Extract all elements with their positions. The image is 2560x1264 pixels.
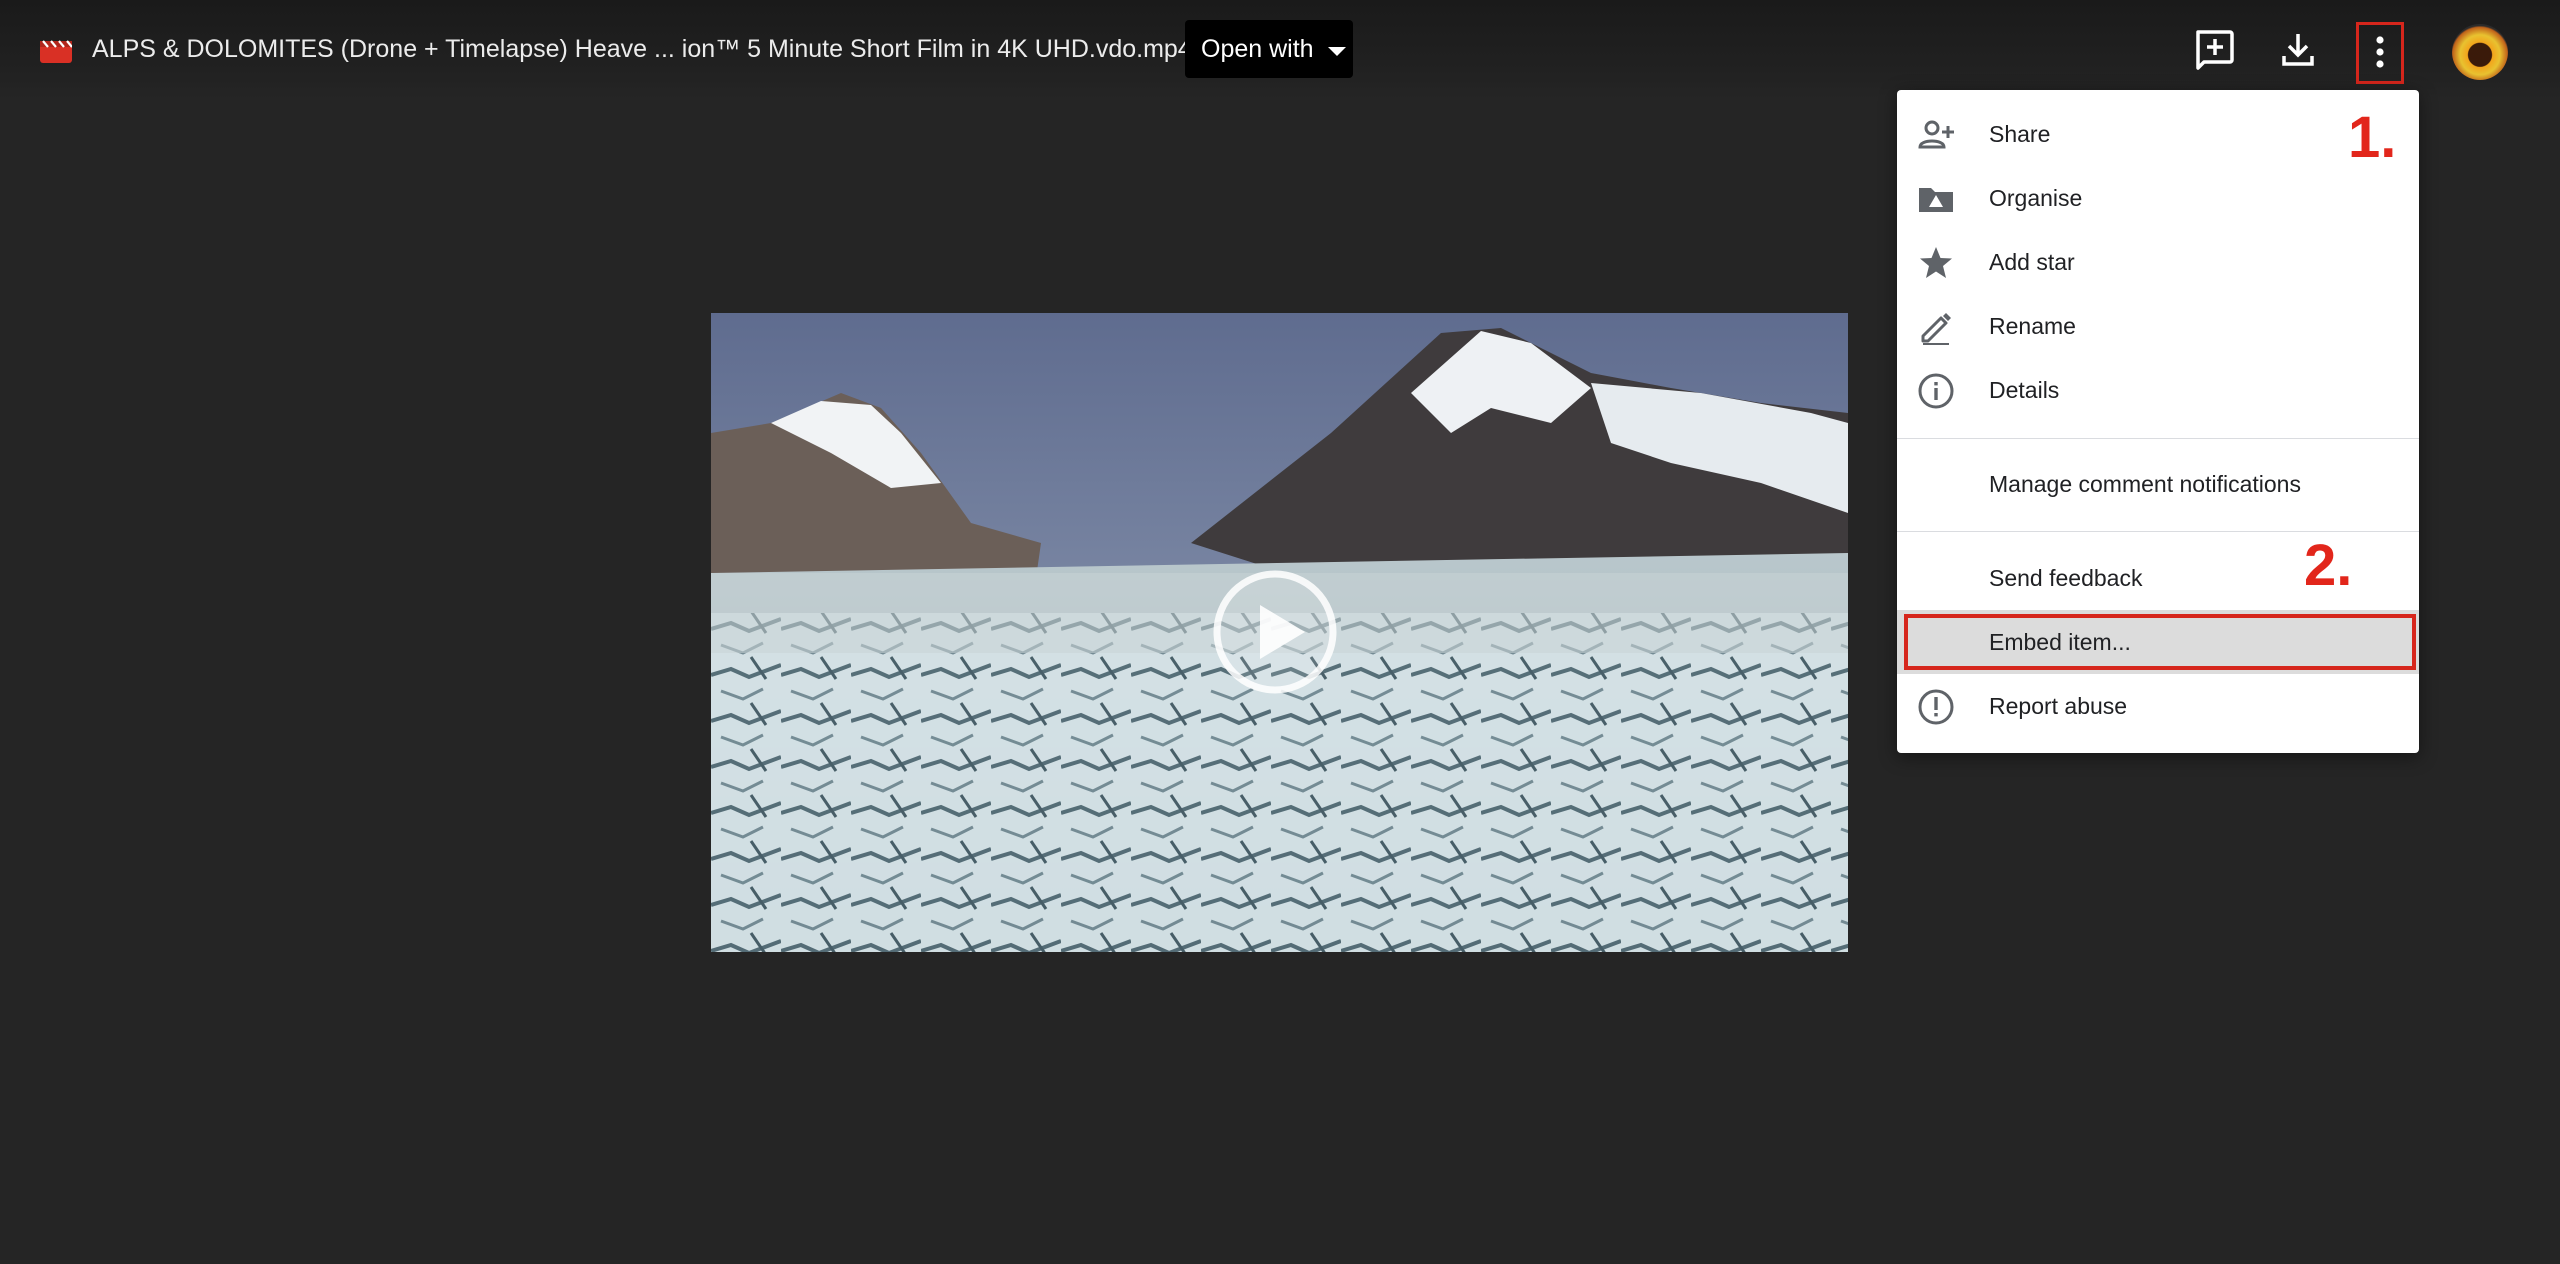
menu-item-label: Organise <box>1989 185 2083 211</box>
file-title: ALPS & DOLOMITES (Drone + Timelapse) Hea… <box>92 35 1192 63</box>
menu-item-rename[interactable]: Rename <box>1897 294 2419 358</box>
menu-item-details[interactable]: Details <box>1897 358 2419 422</box>
menu-item-manage-comment-notifications[interactable]: Manage comment notifications <box>1897 452 2419 516</box>
menu-item-label: Send feedback <box>1989 565 2143 591</box>
video-player[interactable] <box>711 313 1848 952</box>
person-add-icon <box>1918 120 1954 149</box>
star-icon <box>1920 247 1952 278</box>
menu-item-label: Rename <box>1989 313 2076 339</box>
add-comment-icon[interactable] <box>2190 26 2238 74</box>
step1-highlight-box <box>2356 22 2404 84</box>
menu-item-label: Details <box>1989 377 2060 403</box>
download-icon[interactable] <box>2274 26 2322 74</box>
menu-item-label: Add star <box>1989 249 2075 275</box>
menu-item-report-abuse[interactable]: Report abuse <box>1897 674 2419 738</box>
menu-item-share[interactable]: Share <box>1897 102 2419 166</box>
menu-item-label: Report abuse <box>1989 693 2128 719</box>
menu-item-organise[interactable]: Organise <box>1897 166 2419 230</box>
step2-highlight-box <box>1904 614 2416 670</box>
menu-divider <box>1897 531 2419 532</box>
menu-divider <box>1897 438 2419 439</box>
top-bar: ALPS & DOLOMITES (Drone + Timelapse) Hea… <box>0 0 2560 100</box>
drive-folder-icon <box>1919 188 1953 212</box>
caret-down-icon <box>1327 46 1346 56</box>
video-file-icon <box>40 40 72 63</box>
menu-item-label: Manage comment notifications <box>1989 471 2301 497</box>
report-icon <box>1918 689 1954 725</box>
open-with-button[interactable]: Open with <box>1185 20 1353 78</box>
step2-label: 2. <box>2303 533 2353 598</box>
menu-item-label: Share <box>1989 121 2051 147</box>
menu-item-add-star[interactable]: Add star <box>1897 230 2419 294</box>
open-with-label: Open with <box>1201 34 1314 63</box>
edit-pencil-icon <box>1921 313 1951 345</box>
play-icon[interactable] <box>1210 567 1340 697</box>
avatar[interactable] <box>2452 24 2508 80</box>
step1-label: 1. <box>2347 105 2397 170</box>
info-icon <box>1918 373 1954 409</box>
